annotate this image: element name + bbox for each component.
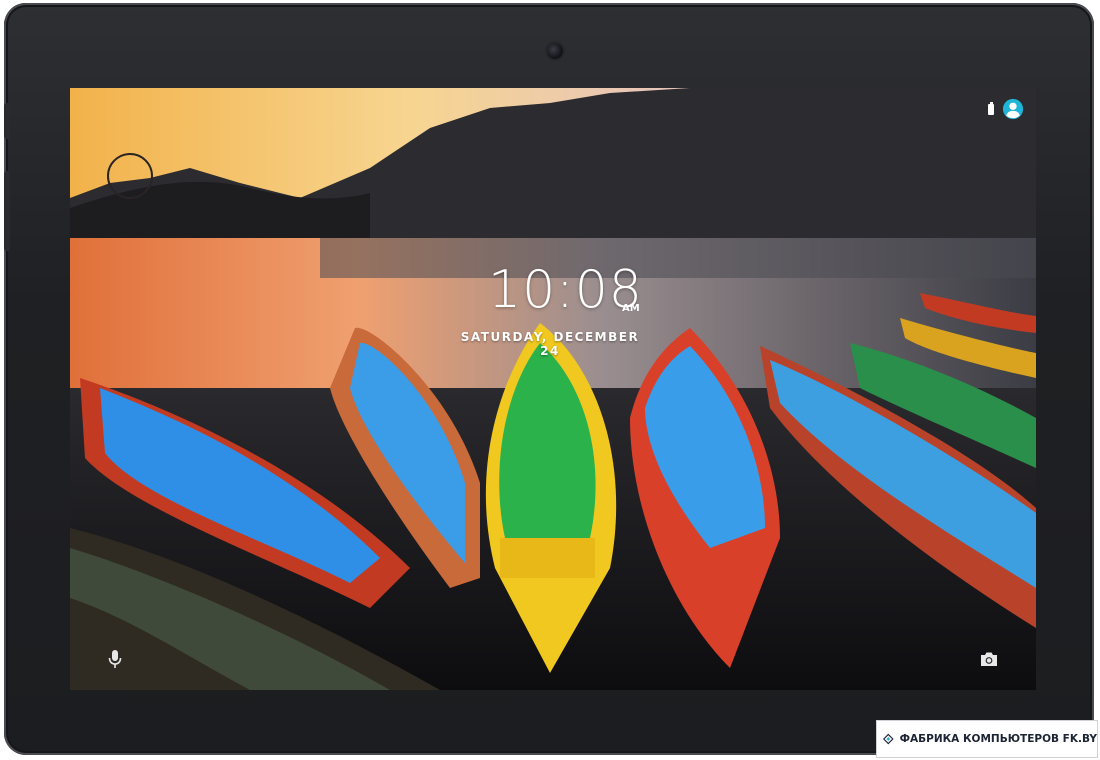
battery-icon <box>988 101 994 115</box>
fkby-logo-icon <box>883 733 894 745</box>
mic-icon[interactable] <box>108 650 122 668</box>
power-button[interactable] <box>4 103 10 139</box>
user-icon[interactable] <box>1002 98 1024 120</box>
lock-clock-ampm: AM <box>622 303 640 314</box>
watermark-text: ФАБРИКА КОМПЬЮТЕРОВ FK.BY <box>899 733 1097 745</box>
lock-date: SATURDAY, DECEMBER 24 <box>460 330 640 358</box>
status-bar <box>988 98 1024 120</box>
volume-button[interactable] <box>4 171 10 251</box>
camera-icon[interactable] <box>980 651 998 667</box>
lock-clock: 10:08 <box>488 260 643 320</box>
watermark-badge: ФАБРИКА КОМПЬЮТЕРОВ FK.BY <box>876 720 1098 758</box>
wallpaper-image <box>70 88 1036 690</box>
front-camera <box>547 43 563 59</box>
lock-screen[interactable]: 10:08 AM SATURDAY, DECEMBER 24 <box>70 88 1036 690</box>
